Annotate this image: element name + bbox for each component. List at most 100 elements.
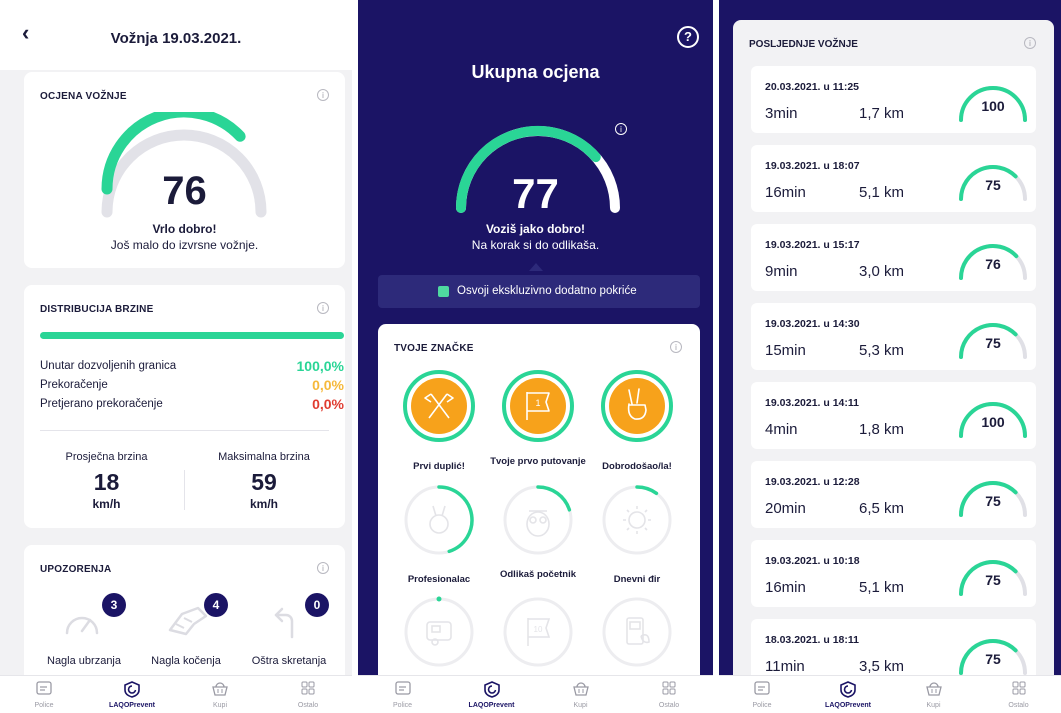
badge-name: Profesionalac xyxy=(407,574,471,585)
badge-caravan[interactable] xyxy=(403,596,475,668)
overall-score-screen: ? Ukupna ocjena i 77 Voziš jako dobro! N… xyxy=(358,0,713,713)
trip-score-gauge: 75 xyxy=(959,323,1027,359)
tab-kupi[interactable]: Kupi xyxy=(176,676,264,713)
divider xyxy=(40,430,329,431)
distribution-row-value: 100,0% xyxy=(296,358,344,374)
rating-card: OCJENA VOŽNJE i 76 Vrlo dobro! Još malo … xyxy=(24,72,345,268)
bottom-tab-bar: Police LAQOPrevent Kupi Ostalo xyxy=(719,675,1061,713)
trip-card[interactable]: 20.03.2021. u 11:25 3min 1,7 km 100 xyxy=(751,66,1036,133)
speed-distribution-card: DISTRIBUCIJA BRZINE i Unutar dozvoljenih… xyxy=(24,285,345,528)
pointer-triangle xyxy=(529,263,543,271)
trip-score: 75 xyxy=(985,651,1001,667)
policy-card-icon xyxy=(36,681,52,695)
badge-eco-fuel[interactable] xyxy=(601,596,673,668)
tab-label: Ostalo xyxy=(658,702,680,709)
trip-distance: 5,1 km xyxy=(859,579,905,596)
trip-score: 75 xyxy=(985,572,1001,588)
tab-kupi[interactable]: Kupi xyxy=(536,676,625,713)
help-button[interactable]: ? xyxy=(677,26,699,48)
shield-icon xyxy=(840,681,856,698)
badge-ten-flag[interactable]: 10 xyxy=(502,596,574,668)
badges-card-title: TVOJE ZNAČKE xyxy=(394,343,474,354)
trip-card[interactable]: 19.03.2021. u 18:07 16min 5,1 km 75 xyxy=(751,145,1036,212)
trip-duration: 9min xyxy=(765,263,798,280)
average-speed-unit: km/h xyxy=(92,497,121,511)
bottom-tab-bar: Police LAQOPrevent Kupi Ostalo xyxy=(358,675,713,713)
average-speed-value: 18 xyxy=(93,469,120,495)
warnings-card: UPOZORENJA i 3 Nagla ubrzanja 4 Nagla ko… xyxy=(24,545,345,685)
overall-score-label: Voziš jako dobro! xyxy=(485,222,586,236)
overall-score-subtext: Na korak si do odlikaša. xyxy=(471,238,600,252)
trip-date: 18.03.2021. u 18:11 xyxy=(765,634,859,646)
warning-label: Oštra skretanja xyxy=(251,655,327,667)
svg-text:1: 1 xyxy=(535,398,540,408)
trip-distance: 5,1 km xyxy=(859,184,905,201)
trip-distance: 1,7 km xyxy=(859,105,905,122)
tab-ostalo[interactable]: Ostalo xyxy=(976,676,1061,713)
trip-score: 75 xyxy=(985,335,1001,351)
trip-date: 19.03.2021. u 15:17 xyxy=(765,239,860,251)
info-icon[interactable]: i xyxy=(317,302,329,314)
recent-drives-title: POSLJEDNJE VOŽNJE xyxy=(749,39,858,50)
policy-card-icon xyxy=(394,681,411,695)
trip-card[interactable]: 19.03.2021. u 15:17 9min 3,0 km 76 xyxy=(751,224,1036,291)
trip-distance: 1,8 km xyxy=(859,421,905,438)
distribution-row-excessive-speeding: Pretjerano prekoračenje 0,0% xyxy=(40,396,344,414)
tab-label: LAQOPrevent xyxy=(468,702,515,709)
trip-distance: 3,5 km xyxy=(859,658,905,675)
distribution-row-label: Prekoračenje xyxy=(40,379,108,391)
badge-honors-beginner[interactable] xyxy=(502,484,574,556)
trip-distance: 5,3 km xyxy=(859,342,905,359)
trip-score: 75 xyxy=(985,493,1001,509)
tab-label: Police xyxy=(392,702,413,709)
basket-icon xyxy=(925,682,942,696)
info-icon[interactable]: i xyxy=(1024,37,1036,49)
overall-score: 77 xyxy=(512,170,559,217)
tab-police[interactable]: Police xyxy=(0,676,88,713)
badge-first-trip[interactable]: 1 xyxy=(502,370,574,442)
tab-police[interactable]: Police xyxy=(719,676,805,713)
trip-date: 20.03.2021. u 11:25 xyxy=(765,81,859,93)
policy-card-icon xyxy=(754,681,770,695)
trip-card[interactable]: 19.03.2021. u 14:11 4min 1,8 km 100 xyxy=(751,382,1036,449)
grid-icon xyxy=(662,681,676,695)
tab-laqoprevent[interactable]: LAQOPrevent xyxy=(88,676,176,713)
info-icon[interactable]: i xyxy=(317,562,329,574)
trip-card[interactable]: 19.03.2021. u 12:28 20min 6,5 km 75 xyxy=(751,461,1036,528)
info-icon[interactable]: i xyxy=(670,341,682,353)
gift-icon xyxy=(438,286,449,297)
tab-label: Kupi xyxy=(573,702,588,709)
trip-date: 19.03.2021. u 18:07 xyxy=(765,160,860,172)
trip-duration: 16min xyxy=(765,579,806,596)
badge-professional[interactable] xyxy=(403,484,475,556)
badge-welcome[interactable] xyxy=(601,370,673,442)
tab-kupi[interactable]: Kupi xyxy=(891,676,976,713)
trip-date: 19.03.2021. u 12:28 xyxy=(765,476,860,488)
trip-card[interactable]: 19.03.2021. u 10:18 16min 5,1 km 75 xyxy=(751,540,1036,607)
distribution-row-within-limits: Unutar dozvoljenih granica 100,0% xyxy=(40,358,344,376)
tab-police[interactable]: Police xyxy=(358,676,447,713)
tab-ostalo[interactable]: Ostalo xyxy=(625,676,713,713)
badge-name: Tvoje prvo putovanje xyxy=(490,456,586,467)
trip-score-gauge: 100 xyxy=(959,86,1027,122)
tab-label: Ostalo xyxy=(297,702,319,709)
tab-laqoprevent[interactable]: LAQOPrevent xyxy=(447,676,536,713)
trip-duration: 15min xyxy=(765,342,806,359)
badge-daily-ride[interactable] xyxy=(601,484,673,556)
tab-label: Ostalo xyxy=(1008,702,1029,709)
badge-name: Prvi duplić! xyxy=(413,461,465,472)
info-icon[interactable]: i xyxy=(317,89,329,101)
app-screens: ‹ Vožnja 19.03.2021. OCJENA VOŽNJE i 76 … xyxy=(0,0,1061,713)
tab-laqoprevent[interactable]: LAQOPrevent xyxy=(805,676,891,713)
info-icon[interactable]: i xyxy=(615,123,627,135)
svg-text:10: 10 xyxy=(534,625,543,634)
distribution-row-speeding: Prekoračenje 0,0% xyxy=(40,377,344,395)
tab-ostalo[interactable]: Ostalo xyxy=(264,676,352,713)
trip-duration: 4min xyxy=(765,421,798,438)
recent-drives-screen: POSLJEDNJE VOŽNJE i 20.03.2021. u 11:25 3… xyxy=(719,0,1061,713)
tab-label: LAQOPrevent xyxy=(109,702,155,709)
badge-first-double[interactable] xyxy=(403,370,475,442)
trip-card[interactable]: 19.03.2021. u 14:30 15min 5,3 km 75 xyxy=(751,303,1036,370)
exclusive-coverage-promo[interactable]: Osvoji ekskluzivno dodatno pokriće xyxy=(378,275,700,308)
trip-distance: 3,0 km xyxy=(859,263,905,280)
